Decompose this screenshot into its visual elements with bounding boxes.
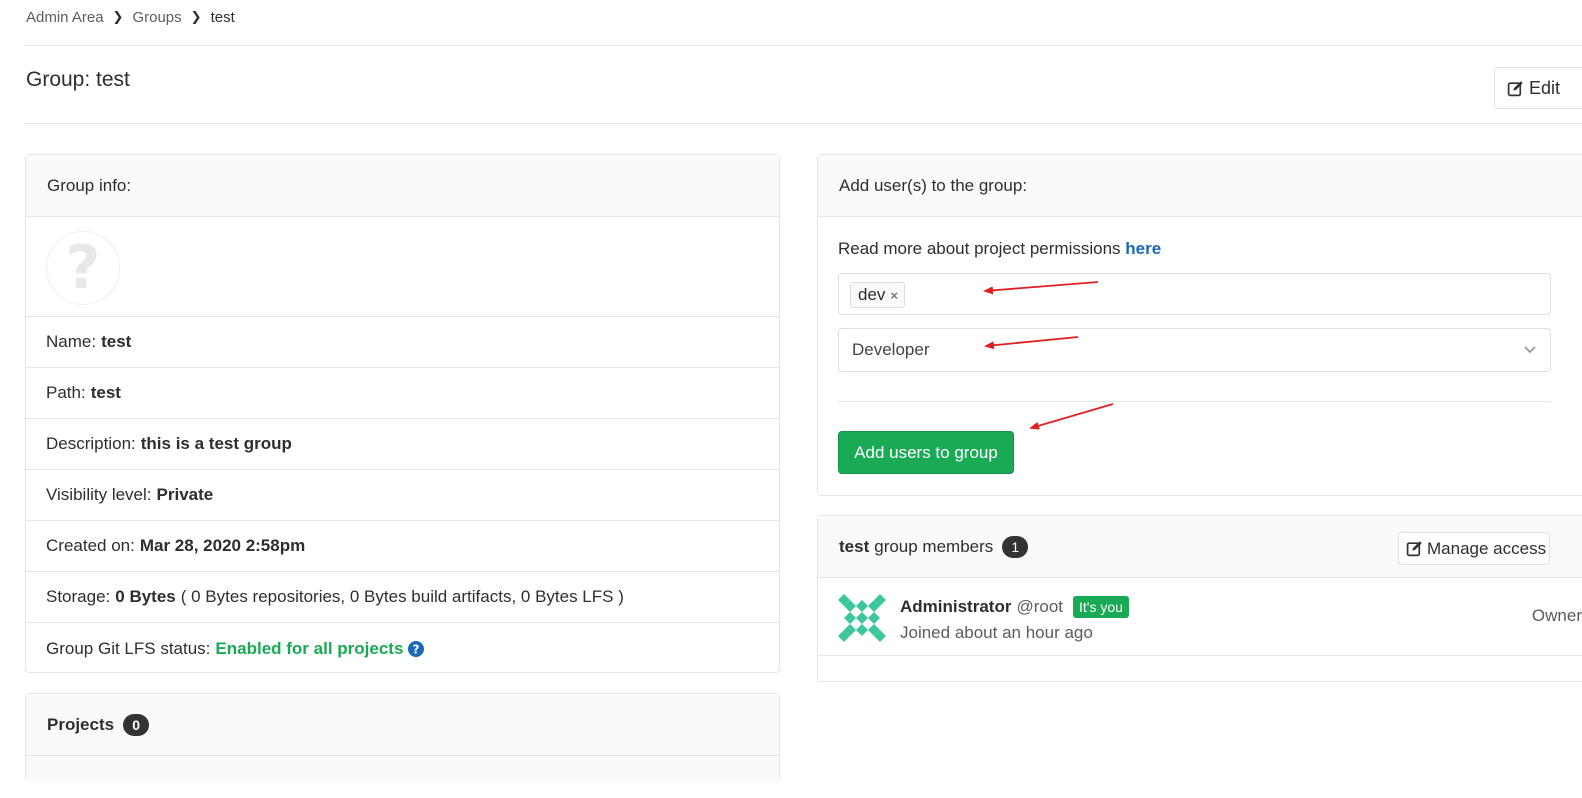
divider: [24, 123, 1582, 124]
info-row-created: Created on: Mar 28, 2020 2:58pm: [26, 521, 779, 572]
info-row-description: Description: this is a test group: [26, 419, 779, 470]
group-info-header: Group info:: [26, 155, 779, 217]
info-row-storage: Storage: 0 Bytes ( 0 Bytes repositories,…: [26, 572, 779, 623]
info-label: Created on:: [46, 536, 135, 555]
permissions-link[interactable]: here: [1125, 239, 1161, 258]
info-value: Private: [156, 485, 214, 504]
info-label: Visibility level:: [46, 485, 152, 504]
add-users-header: Add user(s) to the group:: [818, 155, 1582, 217]
info-value: this is a test group: [140, 434, 292, 453]
info-value: test: [90, 383, 121, 402]
projects-header: Projects 0: [26, 694, 779, 756]
breadcrumb-current[interactable]: test: [211, 9, 235, 26]
add-users-button[interactable]: Add users to group: [838, 431, 1014, 474]
info-label: Path:: [46, 383, 86, 402]
user-token: dev ×: [850, 282, 906, 308]
projects-panel: Projects 0: [25, 693, 780, 782]
members-count-badge: 1: [1002, 535, 1029, 558]
member-joined: Joined about an hour ago: [900, 623, 1093, 642]
breadcrumb: Admin Area ❯ Groups ❯ test: [26, 6, 235, 28]
member-role: Owner: [1531, 606, 1582, 625]
permissions-text: Read more about project permissions here: [838, 239, 1161, 259]
info-row-name: Name: test: [26, 317, 779, 368]
avatar[interactable]: [838, 594, 886, 642]
members-group-name[interactable]: test: [839, 537, 869, 557]
divider: [24, 45, 1582, 46]
info-row-path: Path: test: [26, 368, 779, 419]
breadcrumb-groups[interactable]: Groups: [132, 9, 181, 26]
remove-token-icon[interactable]: ×: [890, 288, 898, 303]
member-name[interactable]: Administrator: [900, 597, 1011, 617]
storage-detail: ( 0 Bytes repositories, 0 Bytes build ar…: [180, 587, 624, 606]
user-search-input[interactable]: dev ×: [838, 273, 1551, 315]
edit-button[interactable]: Edit: [1494, 67, 1582, 109]
info-value: 0 Bytes: [115, 587, 176, 606]
info-label: Name:: [46, 332, 97, 351]
form-divider: [838, 401, 1551, 402]
access-level-value: Developer: [852, 340, 930, 359]
projects-list: [26, 756, 779, 782]
permissions-label: Read more about project permissions: [838, 239, 1121, 258]
info-value: test: [101, 332, 132, 351]
member-name-line: Administrator @root It's you: [900, 596, 1129, 618]
edit-icon: [1507, 80, 1523, 96]
its-you-badge: It's you: [1073, 596, 1129, 618]
info-label: Description:: [46, 434, 136, 453]
add-users-panel: Add user(s) to the group: Read more abou…: [817, 154, 1582, 496]
svg-text:?: ?: [413, 642, 420, 656]
info-row-visibility: Visibility level: Private: [26, 470, 779, 521]
info-label: Group Git LFS status:: [46, 638, 211, 658]
member-row: Administrator @root It's you Joined abou…: [818, 578, 1582, 656]
member-username: @root: [1016, 597, 1064, 616]
members-panel: test group members 1 Manage access Admin…: [817, 515, 1582, 682]
info-label: Storage:: [46, 587, 111, 606]
manage-access-label: Manage access: [1427, 538, 1547, 558]
chevron-down-icon: [1524, 346, 1536, 354]
access-level-select[interactable]: Developer: [838, 328, 1551, 372]
manage-access-button[interactable]: Manage access: [1398, 532, 1550, 565]
edit-button-label: Edit: [1529, 77, 1561, 98]
info-value: Mar 28, 2020 2:58pm: [139, 536, 306, 555]
question-circle-icon[interactable]: ?: [408, 640, 425, 657]
chevron-right-icon: ❯: [112, 9, 124, 24]
user-token-label: dev: [858, 285, 886, 304]
projects-count-badge: 0: [123, 713, 150, 736]
breadcrumb-admin-area[interactable]: Admin Area: [26, 9, 104, 26]
members-header: test group members 1 Manage access: [818, 516, 1582, 578]
lfs-status-value: Enabled for all projects: [215, 638, 404, 658]
group-avatar-row: ?: [26, 217, 779, 317]
chevron-right-icon: ❯: [190, 9, 202, 24]
projects-title: Projects: [47, 714, 115, 734]
page-title: Group: test: [26, 68, 130, 91]
members-title: group members: [874, 536, 994, 556]
edit-icon: [1406, 541, 1422, 557]
info-row-lfs: Group Git LFS status: Enabled for all pr…: [26, 623, 779, 674]
group-info-panel: Group info: ? Name: test Path: test Desc…: [25, 154, 780, 673]
group-avatar-placeholder-icon: ?: [46, 231, 120, 305]
